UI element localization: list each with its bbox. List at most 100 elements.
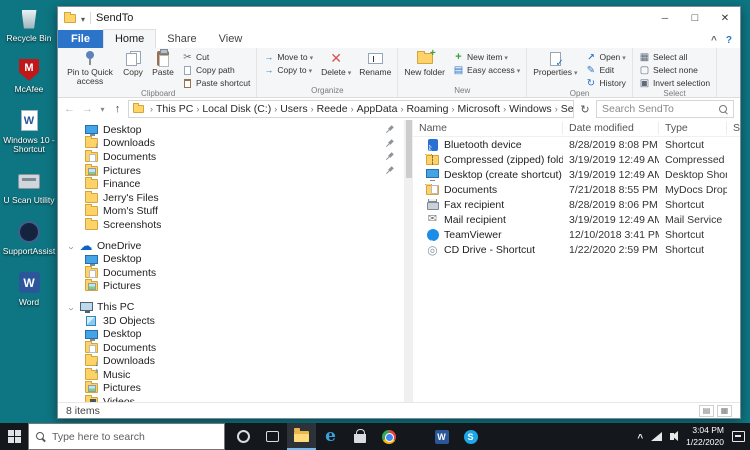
refresh-icon[interactable] xyxy=(577,103,593,116)
help-icon[interactable] xyxy=(726,30,732,48)
tab-file[interactable]: File xyxy=(58,30,103,48)
file-row-teamviewer[interactable]: TeamViewer 12/10/2018 3:41 PM Shortcut xyxy=(413,227,740,242)
quick-access-toolbar-chevron-icon[interactable] xyxy=(81,9,85,27)
column-header-name[interactable]: Name xyxy=(413,122,563,134)
desktop-icon-windows10-shortcut[interactable]: Windows 10 - Shortcut xyxy=(2,108,56,156)
desktop-icon-u-scan-utility[interactable]: U Scan Utility xyxy=(2,168,56,206)
collapse-ribbon-icon[interactable] xyxy=(711,30,717,48)
taskbar-icon-word[interactable] xyxy=(427,423,456,450)
column-header-date-modified[interactable]: Date modified xyxy=(563,122,659,134)
tab-view[interactable]: View xyxy=(208,30,254,48)
details-view-icon[interactable] xyxy=(699,405,714,417)
tab-home[interactable]: Home xyxy=(103,29,156,48)
nav-item-moms-stuff[interactable]: Mom's Stuff xyxy=(58,205,404,219)
nav-item-this-pc[interactable]: This PC xyxy=(58,300,404,314)
taskbar-icon-store[interactable] xyxy=(345,423,374,450)
copy-button[interactable]: Copy xyxy=(119,49,147,78)
action-center-icon[interactable] xyxy=(732,431,745,442)
file-row-mail-recipient[interactable]: Mail recipient 3/19/2019 12:49 AM Mail S… xyxy=(413,212,740,227)
nav-item-pc-pictures[interactable]: Pictures xyxy=(58,382,404,396)
volume-icon[interactable] xyxy=(670,433,674,440)
nav-item-onedrive-documents[interactable]: Documents xyxy=(58,266,404,280)
recent-locations-chevron-icon[interactable]: ▾ xyxy=(98,105,107,114)
breadcrumb-windows[interactable]: Windows xyxy=(509,103,552,115)
copy-to-button[interactable]: Copy to xyxy=(260,64,316,76)
nav-item-3d-objects[interactable]: 3D Objects xyxy=(58,314,404,328)
breadcrumb-appdata[interactable]: AppData xyxy=(357,103,398,115)
taskbar-clock[interactable]: 3:04 PM 1/22/2020 xyxy=(686,425,724,447)
nav-item-documents[interactable]: Documents xyxy=(58,150,404,164)
nav-item-pc-downloads[interactable]: Downloads xyxy=(58,355,404,369)
file-row-desktop-create-shortcut[interactable]: Desktop (create shortcut) 3/19/2019 12:4… xyxy=(413,167,740,182)
nav-item-onedrive-desktop[interactable]: Desktop xyxy=(58,252,404,266)
pin-to-quick-access-button[interactable]: Pin to Quick access xyxy=(63,49,117,88)
file-row-bluetooth-device[interactable]: Bluetooth device 8/28/2019 8:08 PM Short… xyxy=(413,137,740,152)
forward-button[interactable]: → xyxy=(80,103,95,115)
nav-item-pc-documents[interactable]: Documents xyxy=(58,341,404,355)
nav-item-finance[interactable]: Finance xyxy=(58,177,404,191)
chevron-down-icon[interactable] xyxy=(66,298,75,316)
breadcrumb-this-pc[interactable]: This PC xyxy=(156,103,193,115)
taskbar-icon-chrome[interactable] xyxy=(374,423,403,450)
network-icon[interactable] xyxy=(651,432,662,441)
search-box[interactable]: Search SendTo xyxy=(596,100,734,118)
desktop-icon-word[interactable]: Word xyxy=(2,270,56,308)
tray-expand-chevron-icon[interactable] xyxy=(637,428,643,446)
taskbar-icon-skype[interactable] xyxy=(456,423,485,450)
column-header-size[interactable]: Size xyxy=(727,122,740,134)
new-item-button[interactable]: New item xyxy=(450,51,523,63)
nav-item-music[interactable]: Music xyxy=(58,368,404,382)
taskbar-icon-edge[interactable] xyxy=(316,423,345,450)
close-button[interactable] xyxy=(710,7,740,29)
scrollbar-thumb[interactable] xyxy=(406,120,412,178)
breadcrumb-roaming[interactable]: Roaming xyxy=(406,103,448,115)
file-row-cd-drive-shortcut[interactable]: CD Drive - Shortcut 1/22/2020 2:59 PM Sh… xyxy=(413,242,740,257)
column-header-type[interactable]: Type xyxy=(659,122,727,134)
nav-item-videos[interactable]: Videos xyxy=(58,395,404,402)
desktop-icon-supportassist[interactable]: SupportAssist xyxy=(2,219,56,257)
paste-shortcut-button[interactable]: Paste shortcut xyxy=(179,77,253,89)
file-row-compressed-folder[interactable]: Compressed (zipped) folder 3/19/2019 12:… xyxy=(413,152,740,167)
large-icons-view-icon[interactable] xyxy=(717,405,732,417)
delete-button[interactable]: Delete xyxy=(318,49,354,79)
taskbar-icon-cortana[interactable] xyxy=(229,423,258,450)
invert-selection-button[interactable]: Invert selection xyxy=(636,77,713,89)
tab-share[interactable]: Share xyxy=(156,30,207,48)
taskbar-icon-task-view[interactable] xyxy=(258,423,287,450)
nav-item-screenshots[interactable]: Screenshots xyxy=(58,218,404,232)
taskbar-search-box[interactable]: Type here to search xyxy=(28,423,225,450)
maximize-button[interactable] xyxy=(680,7,710,29)
history-button[interactable]: History xyxy=(582,77,628,89)
up-button[interactable]: ↑ xyxy=(110,103,125,115)
desktop-icon-mcafee[interactable]: McAfee xyxy=(2,57,56,95)
edit-button[interactable]: Edit xyxy=(582,64,628,76)
breadcrumb-reede[interactable]: Reede xyxy=(317,103,348,115)
nav-item-desktop[interactable]: Desktop xyxy=(58,123,404,137)
breadcrumb-sendto[interactable]: SendTo xyxy=(561,103,574,115)
nav-item-pictures[interactable]: Pictures xyxy=(58,164,404,178)
file-row-fax-recipient[interactable]: Fax recipient 8/28/2019 8:06 PM Shortcut xyxy=(413,197,740,212)
nav-item-onedrive-pictures[interactable]: Pictures xyxy=(58,280,404,294)
file-row-documents[interactable]: Documents 7/21/2018 8:55 PM MyDocs Drop … xyxy=(413,182,740,197)
properties-button[interactable]: Properties xyxy=(530,49,580,79)
nav-item-onedrive[interactable]: OneDrive xyxy=(58,239,404,253)
minimize-button[interactable] xyxy=(650,7,680,29)
address-field[interactable]: This PC Local Disk (C:) Users Reede AppD… xyxy=(128,100,574,118)
select-none-button[interactable]: Select none xyxy=(636,64,713,76)
new-folder-button[interactable]: New folder xyxy=(401,49,448,78)
title-bar[interactable]: SendTo xyxy=(58,7,740,29)
open-button[interactable]: Open xyxy=(582,51,628,63)
nav-item-downloads[interactable]: Downloads xyxy=(58,137,404,151)
breadcrumb-users[interactable]: Users xyxy=(280,103,307,115)
breadcrumb-local-disk[interactable]: Local Disk (C:) xyxy=(202,103,271,115)
back-button[interactable]: ← xyxy=(62,103,77,115)
select-all-button[interactable]: Select all xyxy=(636,51,713,63)
paste-button[interactable]: Paste xyxy=(149,49,177,78)
chevron-down-icon[interactable] xyxy=(66,237,75,255)
desktop-icon-recycle-bin[interactable]: Recycle Bin xyxy=(2,6,56,44)
easy-access-button[interactable]: Easy access xyxy=(450,64,523,76)
move-to-button[interactable]: Move to xyxy=(260,51,316,63)
nav-item-pc-desktop[interactable]: Desktop xyxy=(58,327,404,341)
breadcrumb-microsoft[interactable]: Microsoft xyxy=(457,103,500,115)
cut-button[interactable]: Cut xyxy=(179,51,253,63)
